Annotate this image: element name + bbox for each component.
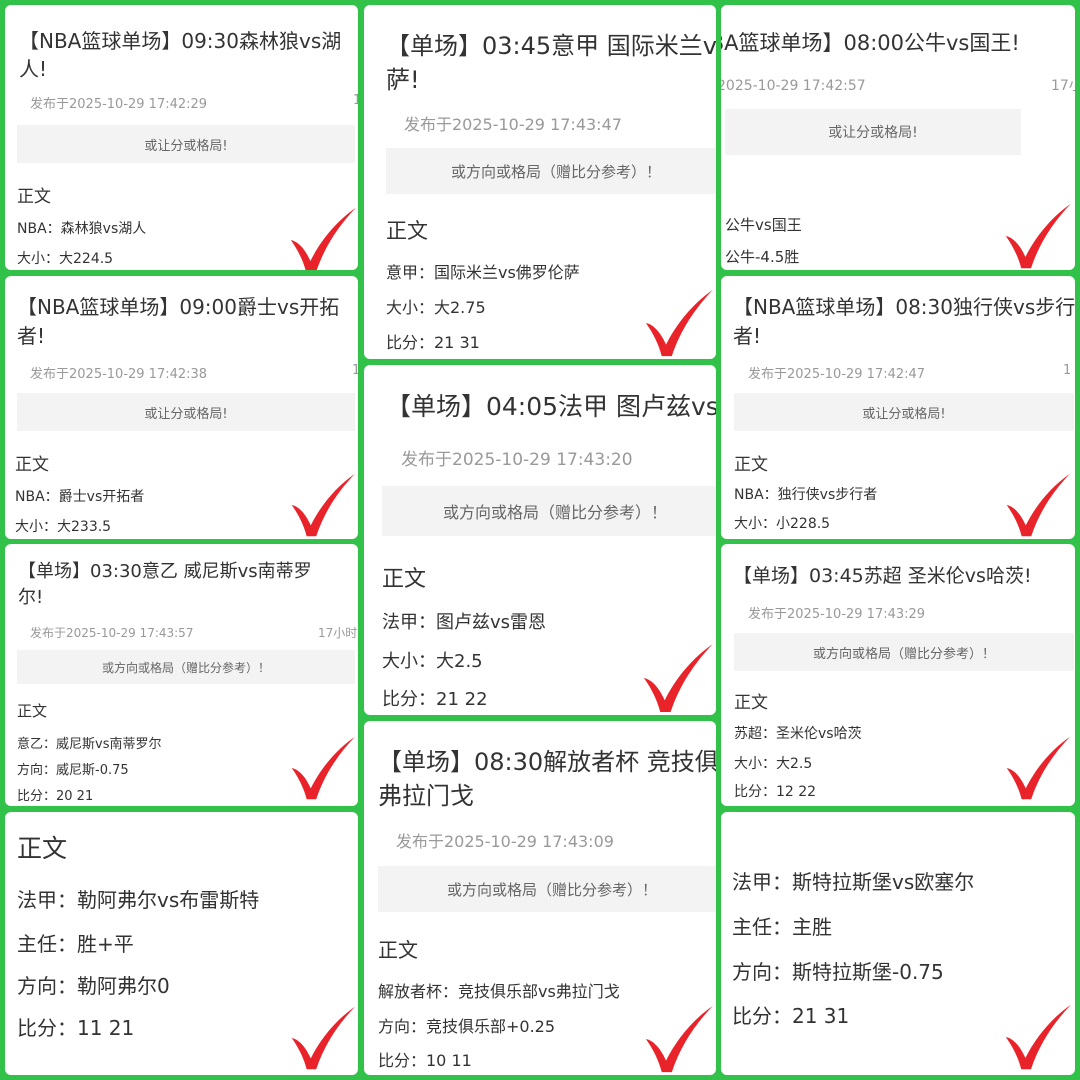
match-line: 苏超：圣米伦vs哈茨 bbox=[734, 726, 862, 742]
body-heading: 正文 bbox=[734, 455, 768, 475]
prediction-card-nba-timberwolves-lakers: 【NBA篮球单场】09:30森林狼vs湖 人! 发布于2025-10-29 17:… bbox=[5, 5, 358, 270]
red-checkmark-icon bbox=[642, 1003, 716, 1075]
tip-bar: 或方向或格局（赠比分参考）！ bbox=[17, 650, 355, 684]
red-checkmark-icon bbox=[287, 734, 358, 802]
red-checkmark-icon bbox=[287, 471, 358, 539]
match-line: 法甲：勒阿弗尔vs布雷斯特 bbox=[17, 888, 260, 912]
tip-bar: 或方向或格局（赠比分参考）！ bbox=[386, 148, 716, 194]
body-heading: 正文 bbox=[734, 693, 768, 713]
card-title: 【单场】03:30意乙 威尼斯vs南蒂罗 尔! bbox=[18, 561, 312, 608]
prediction-card-toulouse-rennes: 【单场】04:05法甲 图卢兹vs雷恩 发布于2025-10-29 17:43:… bbox=[364, 365, 716, 715]
body-heading: 正文 bbox=[386, 219, 428, 243]
tip-bar: 或让分或格局! bbox=[17, 393, 355, 431]
publish-time: 发布于2025-10-29 17:42:47 1 bbox=[748, 363, 1072, 382]
red-checkmark-icon bbox=[1001, 201, 1075, 270]
card-title: 【单场】03:45苏超 圣米伦vs哈茨! bbox=[733, 565, 1032, 587]
red-checkmark-icon bbox=[640, 641, 716, 715]
time-ago: 1 bbox=[1063, 363, 1072, 378]
tip-bar: 或方向或格局（赠比分参考）！ bbox=[734, 633, 1074, 671]
time-ago: 1 bbox=[353, 93, 358, 108]
prediction-card-inter-fiorentina: 【单场】03:45意甲 国际米兰vs佛罗伦萨! 发布于2025-10-29 17… bbox=[364, 5, 716, 359]
tip-bar: 或方向或格局（赠比分参考）！ bbox=[382, 486, 716, 536]
card-title: 【NBA篮球单场】08:00公牛vs国王! bbox=[721, 31, 1020, 55]
card-title: 【NBA篮球单场】08:30独行侠vs步行 者! bbox=[733, 295, 1075, 348]
prediction-card-lehavre-brest: 正文 法甲：勒阿弗尔vs布雷斯特 主任：胜+平 方向：勒阿弗尔0 比分：11 2… bbox=[5, 812, 358, 1075]
direction-line: 方向：威尼斯-0.75 bbox=[17, 763, 129, 778]
tip-bar: 或方向或格局（赠比分参考）！ bbox=[378, 866, 716, 912]
publish-time: 发布于2025-10-29 17:43:09 bbox=[396, 832, 614, 851]
prediction-card-venice-sudtirol: 【单场】03:30意乙 威尼斯vs南蒂罗 尔! 发布于2025-10-29 17:… bbox=[5, 544, 358, 806]
publish-time: 发布于2025-10-29 17:43:47 bbox=[404, 115, 622, 134]
direction-line: 方向：竞技俱乐部+0.25 bbox=[378, 1017, 556, 1036]
card-title: 【单场】04:05法甲 图卢兹vs雷恩 bbox=[386, 392, 716, 421]
time-ago: 17小时前 bbox=[318, 626, 358, 640]
card-title: 【单场】08:30解放者杯 竞技俱乐部vs弗拉门戈 bbox=[378, 748, 716, 810]
publish-time: 发布于2025-10-29 17:42:38 1 bbox=[30, 363, 358, 382]
prediction-card-strasbourg-auxerre: 法甲：斯特拉斯堡vs欧塞尔 主任：主胜 方向：斯特拉斯堡-0.75 比分：21 … bbox=[721, 812, 1075, 1075]
body-heading: 正文 bbox=[17, 702, 48, 720]
total-line: 大小：大224.5 bbox=[17, 251, 114, 267]
total-line: 大小：小228.5 bbox=[734, 516, 831, 532]
score-line: 比分：21 31 bbox=[732, 1004, 850, 1028]
direction-line: 方向：斯特拉斯堡-0.75 bbox=[732, 960, 944, 984]
prediction-card-nba-mavericks-pacers: 【NBA篮球单场】08:30独行侠vs步行 者! 发布于2025-10-29 17… bbox=[721, 276, 1075, 539]
prediction-card-nba-bulls-kings: 【NBA篮球单场】08:00公牛vs国王! 发布于2025-10-29 17:4… bbox=[721, 5, 1075, 270]
prediction-card-stmirren-hearts: 【单场】03:45苏超 圣米伦vs哈茨! 发布于2025-10-29 17:43… bbox=[721, 544, 1075, 806]
body-heading: 正文 bbox=[17, 834, 68, 863]
publish-time: 发布于2025-10-29 17:43:20 bbox=[401, 450, 633, 470]
pick-line: 主任：主胜 bbox=[732, 915, 832, 939]
red-checkmark-icon bbox=[1001, 734, 1075, 802]
time-ago: 17小 bbox=[1051, 78, 1075, 94]
score-line: 比分：12 22 bbox=[734, 784, 817, 800]
publish-time: 发布于2025-10-29 17:42:29 1 bbox=[30, 93, 358, 112]
match-line: NBA：爵士vs开拓者 bbox=[15, 489, 145, 505]
score-line: 比分：10 11 bbox=[378, 1051, 472, 1070]
total-line: 大小：大2.75 bbox=[386, 298, 486, 317]
body-heading: 正文 bbox=[378, 938, 418, 962]
total-line: 大小：大2.5 bbox=[382, 651, 483, 672]
publish-time: 发布于2025-10-29 17:42:5717小 bbox=[721, 75, 1075, 95]
handicap-line: 公牛-4.5胜 bbox=[725, 248, 800, 266]
match-line: NBA：森林狼vs湖人 bbox=[17, 221, 147, 237]
tip-bar: 或让分或格局! bbox=[17, 125, 355, 163]
red-checkmark-icon bbox=[1001, 1002, 1075, 1072]
red-checkmark-icon bbox=[1001, 471, 1075, 539]
prediction-card-nba-jazz-blazers: 【NBA篮球单场】09:00爵士vs开拓 者! 发布于2025-10-29 17:… bbox=[5, 276, 358, 539]
match-line: 意乙：威尼斯vs南蒂罗尔 bbox=[17, 737, 162, 752]
tip-bar: 或让分或格局! bbox=[725, 109, 1021, 155]
score-line: 比分：20 21 bbox=[17, 789, 94, 804]
match-line: 法甲：图卢兹vs雷恩 bbox=[382, 612, 547, 633]
red-checkmark-icon bbox=[642, 287, 716, 359]
score-line: 比分：11 21 bbox=[17, 1016, 135, 1040]
body-heading: 正文 bbox=[15, 455, 49, 475]
match-line: NBA：独行侠vs步行者 bbox=[734, 487, 878, 503]
time-ago: 1 bbox=[352, 363, 358, 378]
prediction-card-racing-flamengo: 【单场】08:30解放者杯 竞技俱乐部vs弗拉门戈 发布于2025-10-29 … bbox=[364, 721, 716, 1075]
card-title: 【NBA篮球单场】09:30森林狼vs湖 人! bbox=[19, 29, 342, 81]
pick-line: 主任：胜+平 bbox=[17, 932, 134, 956]
card-title: 【NBA篮球单场】09:00爵士vs开拓 者! bbox=[17, 295, 340, 348]
score-line: 比分：21 22 bbox=[382, 689, 488, 710]
tip-bar: 或让分或格局! bbox=[734, 393, 1074, 431]
red-checkmark-icon bbox=[287, 205, 358, 270]
publish-time: 发布于2025-10-29 17:43:29 bbox=[748, 607, 926, 622]
match-line: 法甲：斯特拉斯堡vs欧塞尔 bbox=[732, 870, 975, 894]
red-checkmark-icon bbox=[287, 1004, 358, 1072]
score-line: 比分：21 31 bbox=[386, 333, 480, 352]
publish-time: 发布于2025-10-29 17:43:5717小时前 bbox=[30, 624, 358, 641]
match-line: 意甲：国际米兰vs佛罗伦萨 bbox=[386, 263, 580, 282]
body-heading: 正文 bbox=[17, 187, 51, 207]
match-line: 解放者杯：竞技俱乐部vs弗拉门戈 bbox=[378, 982, 620, 1001]
direction-line: 方向：勒阿弗尔0 bbox=[17, 974, 170, 998]
card-title: 【单场】03:45意甲 国际米兰vs佛罗伦萨! bbox=[386, 32, 716, 94]
match-line: 公牛vs国王 bbox=[725, 216, 802, 234]
total-line: 大小：大233.5 bbox=[15, 519, 112, 535]
total-line: 大小：大2.5 bbox=[734, 756, 813, 772]
body-heading: 正文 bbox=[382, 567, 427, 592]
